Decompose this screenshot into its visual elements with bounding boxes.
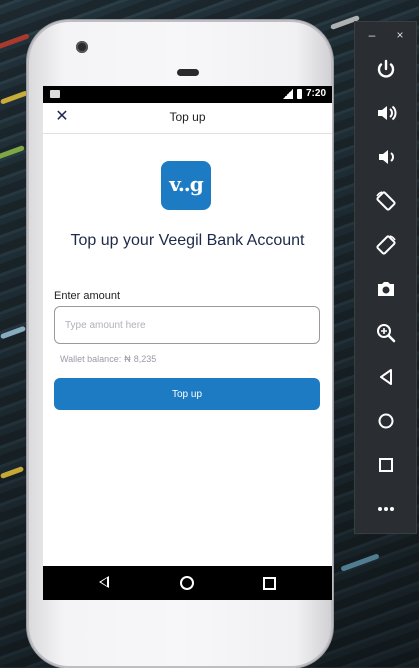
battery-icon [296, 88, 302, 99]
home-icon[interactable] [374, 409, 398, 433]
page-title: Top up [169, 110, 206, 124]
topup-button[interactable]: Top up [54, 378, 320, 410]
balance-amount: 8,235 [133, 354, 157, 364]
volume-down-icon[interactable] [374, 145, 398, 169]
volume-up-icon[interactable] [374, 101, 398, 125]
app-bar: ✕ Top up [43, 103, 332, 134]
power-icon[interactable] [374, 58, 398, 82]
status-time: 7:20 [305, 88, 326, 99]
recents-icon[interactable] [263, 577, 276, 590]
camera-icon[interactable] [374, 277, 398, 301]
veegil-logo: v..g [161, 161, 211, 210]
back-icon[interactable] [374, 365, 398, 389]
rotate-left-icon[interactable] [374, 189, 398, 213]
earpiece-speaker [177, 69, 199, 76]
currency-icon: ₦ [124, 354, 131, 364]
emulator-toolbar: – × [354, 21, 417, 534]
app-screen: 7:20 ✕ Top up v..g Top up your Veegil Ba… [43, 86, 332, 600]
amount-label: Enter amount [54, 290, 121, 302]
signal-icon [282, 88, 293, 99]
android-nav-bar [43, 566, 332, 600]
balance-label: Wallet balance: [60, 354, 122, 364]
close-button[interactable]: × [393, 28, 407, 42]
more-icon[interactable] [374, 497, 398, 521]
home-icon[interactable] [180, 576, 194, 590]
front-camera [76, 41, 88, 53]
amount-input[interactable] [54, 306, 320, 344]
status-bar: 7:20 [43, 86, 332, 103]
notification-icon [50, 90, 60, 98]
minimize-button[interactable]: – [365, 28, 379, 42]
zoom-icon[interactable] [374, 321, 398, 345]
back-icon[interactable] [99, 576, 109, 588]
overview-icon[interactable] [374, 453, 398, 477]
headline: Top up your Veegil Bank Account [70, 232, 305, 249]
rotate-right-icon[interactable] [374, 233, 398, 257]
wallet-balance: Wallet balance: ₦ 8,235 [60, 354, 156, 364]
